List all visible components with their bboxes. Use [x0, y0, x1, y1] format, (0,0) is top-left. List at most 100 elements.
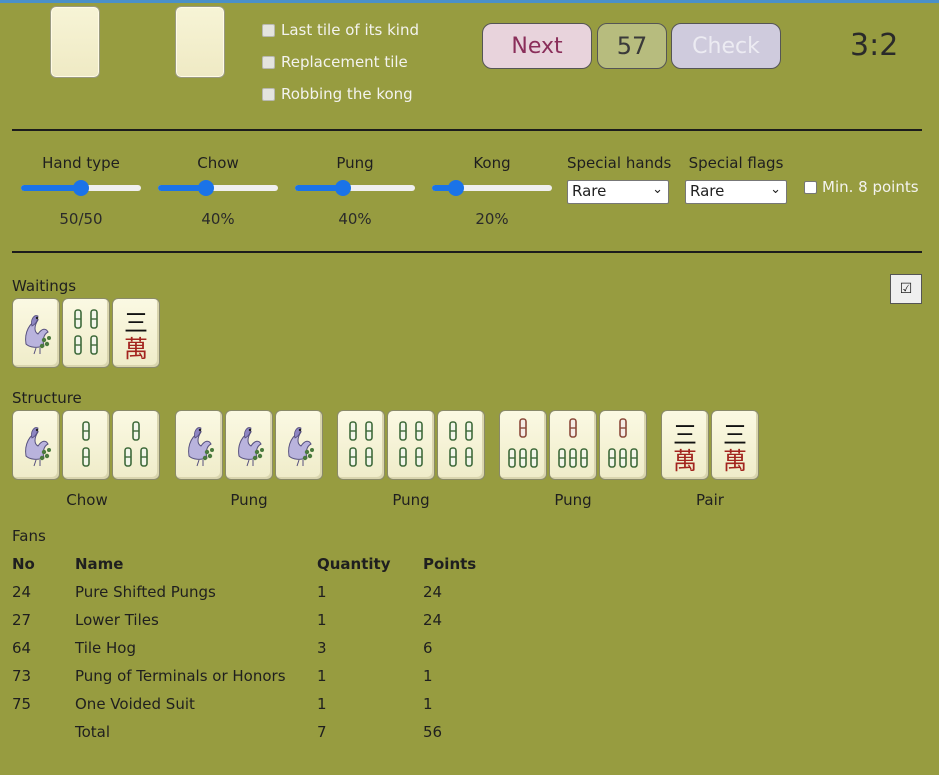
- fan-no: 27: [12, 611, 32, 629]
- kong-slider[interactable]: [432, 180, 552, 196]
- tile-7-bamboo[interactable]: [549, 410, 597, 480]
- chow-slider[interactable]: [158, 180, 278, 196]
- tile-1-bamboo[interactable]: [225, 410, 273, 480]
- seven-bamboo-icon: [558, 418, 588, 468]
- toggle-checkbox-button[interactable]: ☑: [890, 274, 922, 304]
- tile-3-character[interactable]: 三 萬: [661, 410, 709, 480]
- next-button[interactable]: Next: [482, 23, 592, 69]
- chevron-down-icon: ⌄: [652, 182, 663, 197]
- tile-1-bamboo[interactable]: [12, 298, 60, 368]
- table-row: 75 One Voided Suit 1 1: [12, 690, 503, 718]
- tile-7-bamboo[interactable]: [599, 410, 647, 480]
- fan-no: 64: [12, 639, 32, 657]
- blank-tile-slot[interactable]: [50, 6, 100, 78]
- table-row: 64 Tile Hog 3 6: [12, 634, 503, 662]
- header-quantity: Quantity: [317, 555, 391, 573]
- tile-3-character[interactable]: 三 萬: [112, 298, 160, 368]
- last-tile-option[interactable]: Last tile of its kind: [262, 14, 419, 46]
- four-bamboo-icon: [399, 421, 423, 467]
- slider-thumb[interactable]: [198, 180, 214, 196]
- fan-points: 24: [423, 611, 443, 629]
- group-label-pung: Pung: [392, 491, 430, 509]
- total-points: 56: [423, 723, 443, 741]
- pung-slider-group: Pung 40%: [295, 154, 415, 228]
- fan-no: [12, 718, 75, 746]
- fan-points: 6: [423, 639, 433, 657]
- total-row: Total 7 56: [12, 718, 503, 746]
- tile-1-bamboo[interactable]: [12, 410, 60, 480]
- fans-header-row: No Name Quantity Points: [12, 550, 503, 578]
- peacock-icon: [188, 427, 215, 467]
- chevron-down-icon: ⌄: [770, 182, 781, 197]
- fans-label: Fans: [12, 527, 46, 545]
- four-bamboo-icon: [74, 309, 98, 355]
- blank-tile-slot[interactable]: [175, 6, 225, 78]
- tile-4-bamboo[interactable]: [437, 410, 485, 480]
- hand-type-slider-group: Hand type 50/50: [21, 154, 141, 228]
- special-hands-group: Special hands Rare ⌄: [567, 154, 671, 204]
- waitings-label: Waitings: [12, 277, 77, 295]
- slider-thumb[interactable]: [335, 180, 351, 196]
- hand-type-slider[interactable]: [21, 180, 141, 196]
- check-button[interactable]: Check: [671, 23, 781, 69]
- three-wan-icon: 三 萬: [673, 421, 697, 474]
- svg-text:三: 三: [124, 309, 148, 337]
- min-points-option[interactable]: Min. 8 points: [804, 178, 919, 196]
- three-bamboo-icon: [124, 421, 148, 467]
- fan-quantity: 1: [317, 667, 327, 685]
- tile-4-bamboo[interactable]: [337, 410, 385, 480]
- tile-3-character[interactable]: 三 萬: [711, 410, 759, 480]
- slider-thumb[interactable]: [73, 180, 89, 196]
- seven-bamboo-icon: [508, 418, 538, 468]
- special-flags-select[interactable]: Rare ⌄: [685, 180, 787, 204]
- svg-text:萬: 萬: [124, 335, 148, 362]
- svg-text:萬: 萬: [723, 447, 747, 474]
- fans-table: No Name Quantity Points 24 Pure Shifted …: [12, 550, 503, 746]
- slider-label: Kong: [473, 154, 511, 172]
- chow-slider-group: Chow 40%: [158, 154, 278, 228]
- peacock-icon: [238, 427, 265, 467]
- table-row: 27 Lower Tiles 1 24: [12, 606, 503, 634]
- last-tile-label: Last tile of its kind: [281, 21, 419, 39]
- peacock-icon: [288, 427, 315, 467]
- replacement-tile-checkbox[interactable]: [262, 55, 275, 69]
- svg-text:萬: 萬: [673, 447, 697, 474]
- min-points-label: Min. 8 points: [822, 178, 919, 196]
- last-tile-checkbox[interactable]: [262, 23, 275, 37]
- three-wan-icon: 三 萬: [723, 421, 747, 474]
- special-hands-select[interactable]: Rare ⌄: [567, 180, 669, 204]
- pung-slider[interactable]: [295, 180, 415, 196]
- tile-1-bamboo[interactable]: [175, 410, 223, 480]
- group-label-pung: Pung: [554, 491, 592, 509]
- robbing-kong-option[interactable]: Robbing the kong: [262, 78, 419, 110]
- divider: [12, 129, 922, 131]
- robbing-kong-checkbox[interactable]: [262, 87, 275, 101]
- fan-name: Tile Hog: [75, 639, 137, 657]
- structure-label: Structure: [12, 389, 82, 407]
- fan-quantity: 1: [317, 583, 327, 601]
- min-points-checkbox[interactable]: [804, 180, 817, 194]
- fan-name: One Voided Suit: [75, 695, 195, 713]
- tile-4-bamboo[interactable]: [387, 410, 435, 480]
- tile-1-bamboo[interactable]: [275, 410, 323, 480]
- win-options: Last tile of its kind Replacement tile R…: [262, 14, 419, 110]
- tile-3-bamboo[interactable]: [112, 410, 160, 480]
- special-hands-label: Special hands: [567, 154, 672, 172]
- fan-name: Pure Shifted Pungs: [75, 583, 216, 601]
- total-label: Total: [75, 723, 111, 741]
- replacement-tile-label: Replacement tile: [281, 53, 408, 71]
- tile-4-bamboo[interactable]: [62, 298, 110, 368]
- fan-name: Lower Tiles: [75, 611, 159, 629]
- replacement-tile-option[interactable]: Replacement tile: [262, 46, 419, 78]
- total-quantity: 7: [317, 723, 327, 741]
- fan-quantity: 1: [317, 611, 327, 629]
- tile-2-bamboo[interactable]: [62, 410, 110, 480]
- svg-text:三: 三: [723, 421, 747, 449]
- slider-thumb[interactable]: [448, 180, 464, 196]
- header-points: Points: [423, 555, 477, 573]
- slider-value: 40%: [201, 210, 235, 228]
- group-label-chow: Chow: [66, 491, 108, 509]
- tile-7-bamboo[interactable]: [499, 410, 547, 480]
- table-row: 24 Pure Shifted Pungs 1 24: [12, 578, 503, 606]
- slider-value: 50/50: [59, 210, 103, 228]
